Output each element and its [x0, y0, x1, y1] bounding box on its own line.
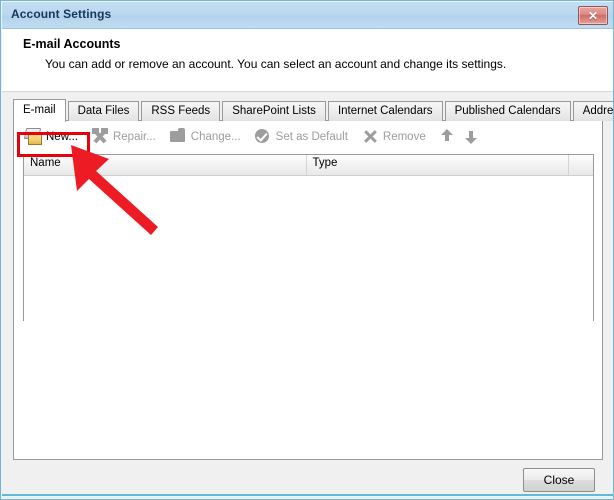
- remove-button[interactable]: Remove: [358, 126, 432, 148]
- new-account-label: New...: [46, 130, 78, 143]
- repair-label: Repair...: [112, 130, 156, 143]
- arrow-down-icon: [464, 137, 477, 144]
- folder-icon: [169, 128, 187, 145]
- tab-email[interactable]: E-mail: [13, 99, 66, 122]
- tab-label: RSS Feeds: [151, 105, 211, 117]
- tab-strip: E-mail Data Files RSS Feeds SharePoint L…: [13, 99, 614, 122]
- new-mail-icon: [23, 128, 42, 145]
- repair-button[interactable]: Repair...: [88, 126, 162, 148]
- close-x-icon: [361, 128, 379, 145]
- remove-label: Remove: [382, 130, 426, 143]
- close-button[interactable]: Close: [523, 468, 595, 492]
- account-list[interactable]: Name Type: [23, 154, 594, 321]
- tab-label: Address Books: [582, 105, 614, 117]
- title-bar: Account Settings ✕: [2, 2, 613, 29]
- window-close-button[interactable]: ✕: [578, 6, 608, 25]
- tab-rss-feeds[interactable]: RSS Feeds: [141, 101, 221, 121]
- page-title: E-mail Accounts: [23, 37, 121, 51]
- new-account-button[interactable]: New...: [21, 126, 84, 148]
- email-tab-panel: New... Repair... Change... Set as Defaul…: [13, 120, 603, 460]
- account-list-body[interactable]: [24, 176, 593, 321]
- tab-address-books[interactable]: Address Books: [572, 101, 614, 121]
- set-as-default-button[interactable]: Set as Default: [251, 126, 354, 148]
- tab-published-calendars[interactable]: Published Calendars: [444, 101, 571, 121]
- tab-data-files[interactable]: Data Files: [67, 101, 140, 121]
- account-toolbar: New... Repair... Change... Set as Defaul…: [14, 121, 602, 152]
- window-title: Account Settings: [11, 7, 112, 21]
- change-label: Change...: [190, 130, 241, 143]
- column-header-name[interactable]: Name: [24, 155, 307, 175]
- tab-label: E-mail: [23, 104, 56, 116]
- dialog-header: E-mail Accounts You can add or remove an…: [2, 29, 613, 92]
- tab-internet-calendars[interactable]: Internet Calendars: [327, 101, 443, 121]
- window-close-icon: ✕: [587, 9, 599, 23]
- tab-label: Internet Calendars: [337, 105, 433, 117]
- column-header-spacer: [569, 155, 593, 175]
- tab-label: SharePoint Lists: [232, 105, 316, 117]
- tab-label: Data Files: [77, 105, 130, 117]
- account-list-header: Name Type: [24, 155, 593, 176]
- move-down-button[interactable]: [460, 126, 482, 148]
- tab-label: Published Calendars: [454, 105, 561, 117]
- page-subtitle: You can add or remove an account. You ca…: [45, 57, 507, 71]
- column-header-type[interactable]: Type: [307, 155, 570, 175]
- move-up-button[interactable]: [436, 126, 458, 148]
- tab-sharepoint-lists[interactable]: SharePoint Lists: [222, 101, 326, 121]
- check-circle-icon: [254, 128, 272, 145]
- set-as-default-label: Set as Default: [275, 130, 348, 143]
- window-bottom-accent: [2, 494, 613, 496]
- change-button[interactable]: Change...: [166, 126, 247, 148]
- account-settings-dialog: Account Settings ✕ E-mail Accounts You c…: [0, 0, 614, 500]
- wrench-tools-icon: [91, 128, 109, 145]
- dialog-body: E-mail Data Files RSS Feeds SharePoint L…: [2, 92, 614, 499]
